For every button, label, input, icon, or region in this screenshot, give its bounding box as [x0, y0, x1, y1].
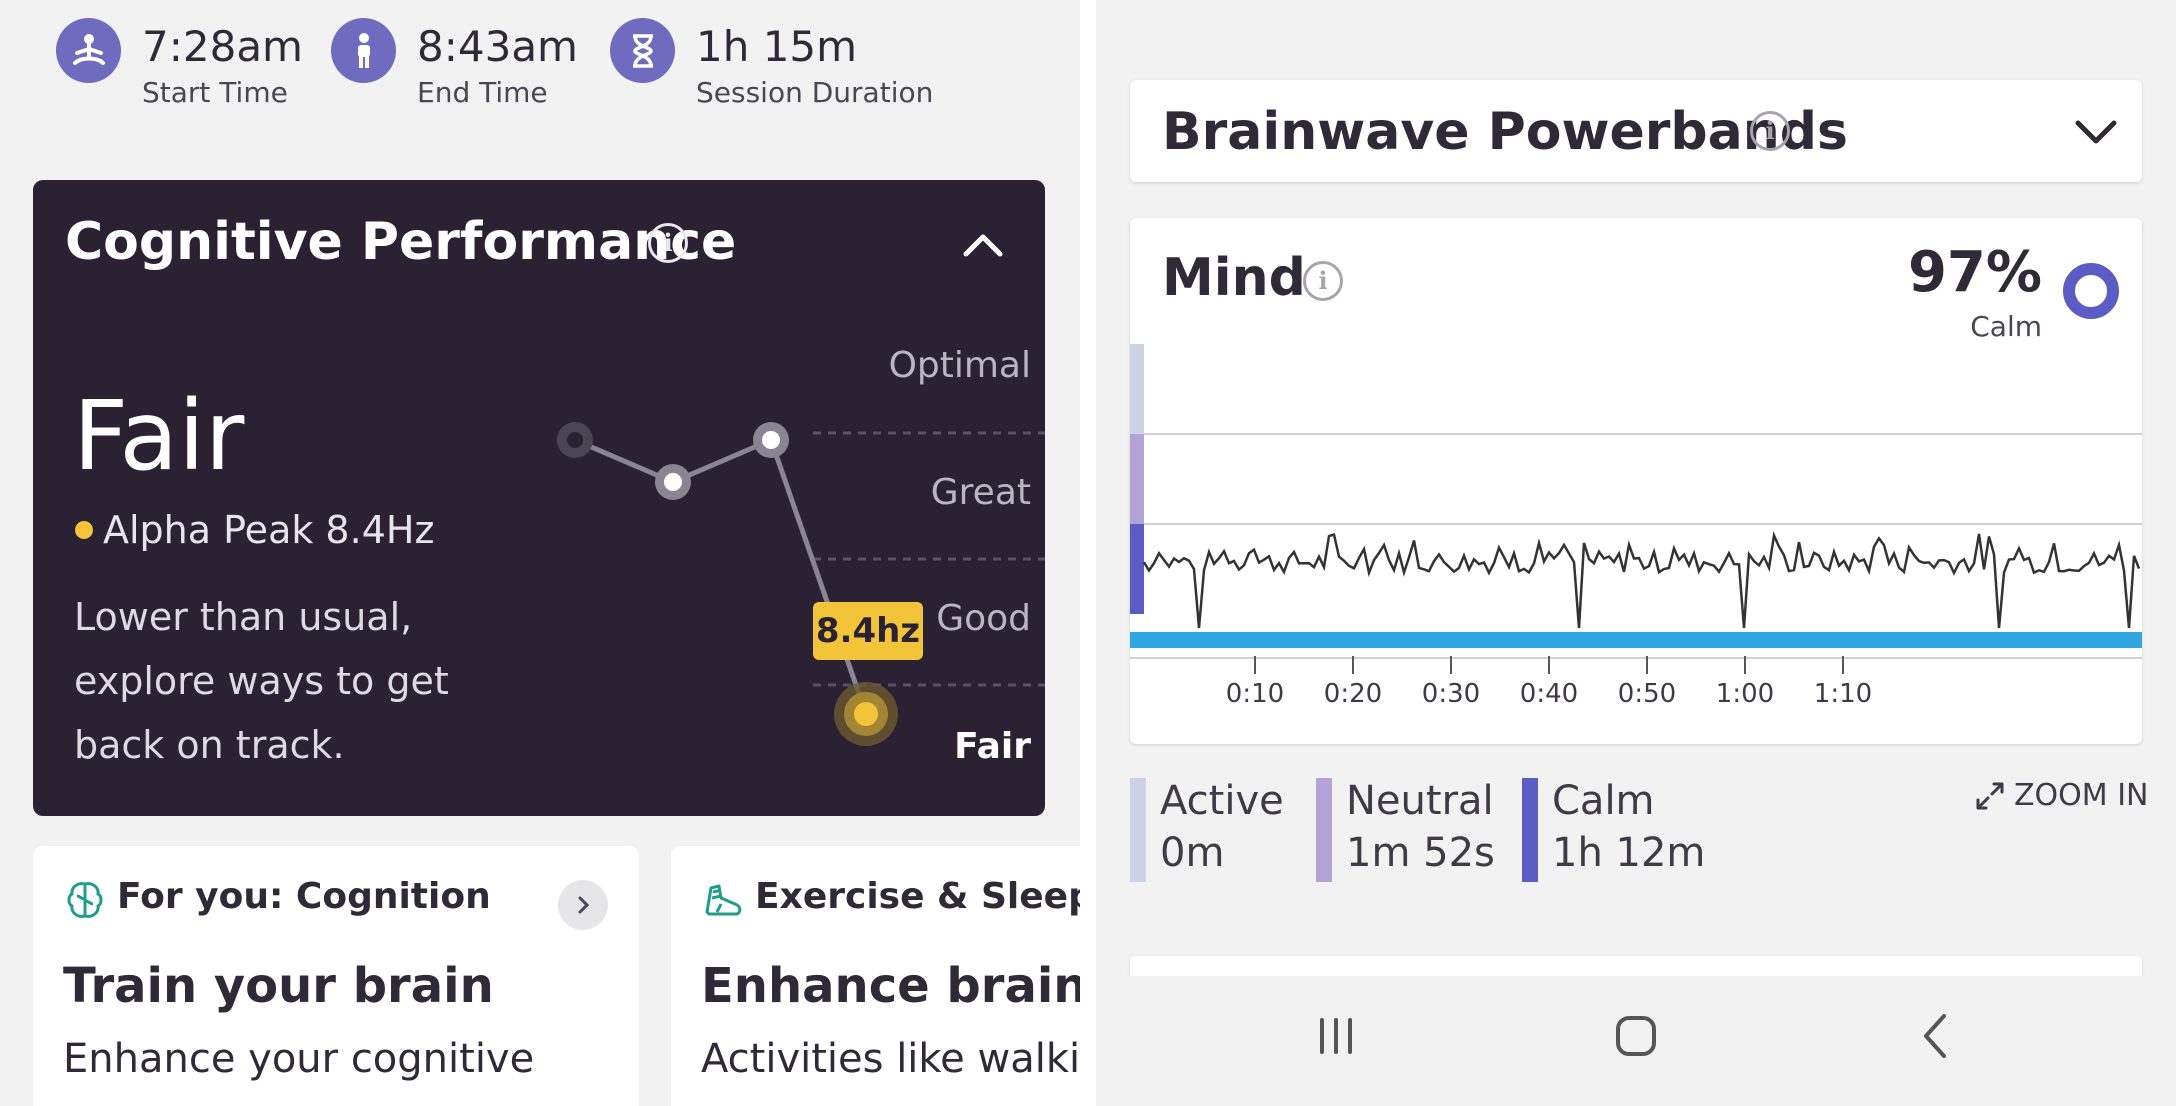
meditation-icon — [56, 18, 121, 83]
level-good: Good — [936, 598, 1031, 639]
mind-series-line — [1142, 531, 2141, 629]
system-nav-bar — [1096, 976, 2176, 1106]
brainwave-powerbands-title: Brainwave Powerbands — [1162, 102, 1848, 162]
card-subtitle: Enhance your cognitive — [63, 1036, 535, 1082]
pane-divider — [1080, 0, 1096, 1106]
x-tick-label: 0:50 — [1618, 679, 1676, 709]
session-duration-label: Session Duration — [696, 76, 934, 109]
cognitive-trend-chart — [557, 422, 1045, 746]
brainwave-powerbands-header[interactable]: Brainwave Powerbands i — [1130, 80, 2142, 182]
card-subtitle: Activities like walkir — [701, 1036, 1080, 1082]
end-time-value: 8:43am — [417, 22, 578, 71]
chevron-down-icon[interactable] — [2070, 105, 2122, 157]
calm-series-bar — [1130, 632, 2142, 648]
legend-value: 1m 52s — [1346, 830, 1495, 876]
x-tick-label: 0:30 — [1422, 679, 1480, 709]
running-shoe-icon — [705, 884, 742, 916]
expand-icon[interactable] — [1974, 780, 2006, 812]
band-active — [1130, 344, 1144, 434]
info-icon[interactable]: i — [1750, 111, 1790, 151]
hourglass-icon — [610, 18, 675, 83]
legend-value: 1h 12m — [1552, 830, 1706, 876]
level-great: Great — [930, 472, 1031, 513]
mind-chart: 0:10 0:20 0:30 0:40 0:50 1:00 1:10 — [1130, 344, 2142, 709]
start-time-value: 7:28am — [142, 22, 303, 71]
band-neutral — [1130, 434, 1144, 524]
zoom-in-button[interactable]: ZOOM IN — [2014, 778, 2149, 813]
standing-person-icon — [331, 18, 396, 83]
chevron-right-icon[interactable] — [558, 880, 608, 930]
alpha-badge: 8.4hz — [813, 602, 923, 660]
legend-value: 0m — [1160, 830, 1225, 876]
card-title: Train your brain — [63, 958, 494, 1014]
mind-card: Mind i 97% Calm 0:10 0:20 0:30 0:40 0:50 1:00… — [1130, 218, 2142, 744]
legend-swatch — [1316, 778, 1332, 882]
x-tick-label: 0:20 — [1324, 679, 1382, 709]
x-tick-label: 0:40 — [1520, 679, 1578, 709]
card-header: Exercise & Sleep — [755, 876, 1080, 917]
x-tick-group: 0:10 0:20 0:30 0:40 0:50 1:00 1:10 — [1226, 656, 1872, 709]
session-duration-value: 1h 15m — [696, 22, 858, 71]
card-title: Enhance brain b — [701, 958, 1080, 1014]
level-optimal: Optimal — [888, 345, 1031, 386]
for-you-cognition-card[interactable]: For you: Cognition Train your brain Enha… — [33, 846, 639, 1106]
x-tick-label: 0:10 — [1226, 679, 1284, 709]
legend-swatch — [1522, 778, 1538, 882]
legend-name: Neutral — [1346, 778, 1494, 824]
brain-icon — [67, 882, 103, 918]
back-icon[interactable] — [1906, 1006, 1966, 1066]
band-calm — [1130, 524, 1144, 614]
recent-apps-icon[interactable] — [1306, 1006, 1366, 1066]
card-header: For you: Cognition — [117, 876, 491, 917]
right-pane: Brainwave Powerbands i Mind i 97% Calm 0… — [1096, 0, 2176, 1106]
legend-swatch — [1130, 778, 1146, 882]
legend-name: Active — [1160, 778, 1284, 824]
x-tick-label: 1:00 — [1716, 679, 1774, 709]
exercise-sleep-card[interactable]: Exercise & Sleep Enhance brain b Activit… — [671, 846, 1080, 1106]
level-fair: Fair — [954, 726, 1031, 767]
left-pane: 7:28am Start Time 8:43am End Time 1h 15m… — [0, 0, 1080, 1106]
start-time-label: Start Time — [142, 76, 288, 109]
cognitive-performance-card: Cognitive Performance i Fair Alpha Peak … — [33, 180, 1045, 816]
home-icon[interactable] — [1606, 1006, 1666, 1066]
legend-name: Calm — [1552, 778, 1655, 824]
x-tick-label: 1:10 — [1814, 679, 1872, 709]
end-time-label: End Time — [417, 76, 548, 109]
